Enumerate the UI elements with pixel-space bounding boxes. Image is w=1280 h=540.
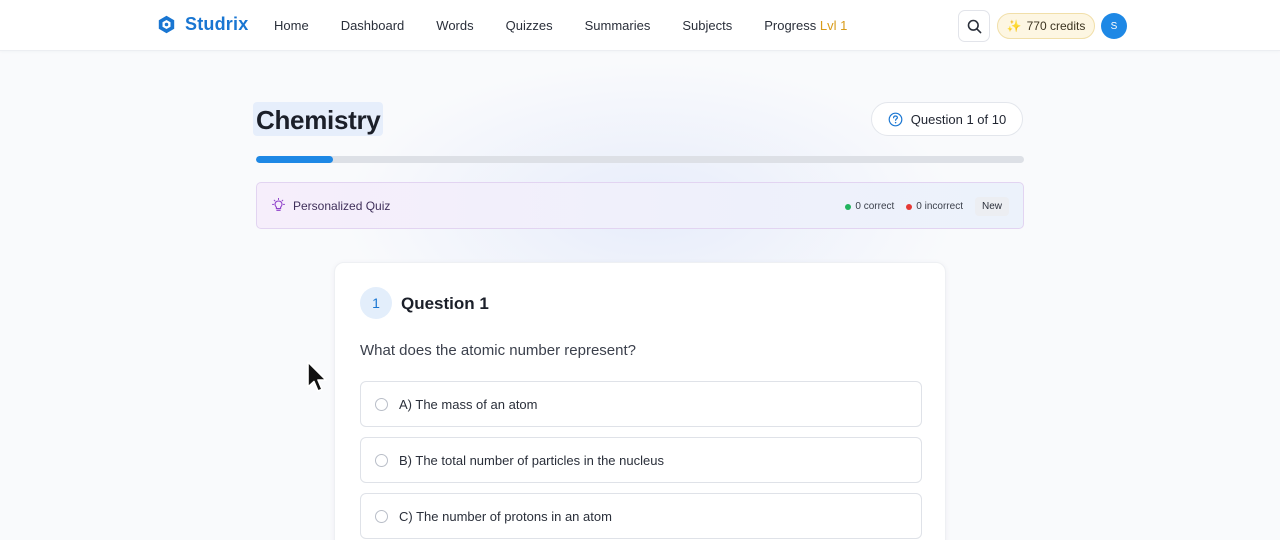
answer-option-label: A) The mass of an atom [399,396,538,412]
question-card: 1 Question 1 What does the atomic number… [334,262,946,540]
credits-badge[interactable]: ✨ 770 credits [997,13,1095,39]
nav-words[interactable]: Words [436,18,473,33]
radio-icon[interactable] [375,509,388,523]
question-text: What does the atomic number represent? [360,342,636,359]
nav-links: Home Dashboard Words Quizzes Summaries S… [274,18,847,33]
new-badge: New [974,197,1009,216]
help-circle-icon [888,112,903,126]
quiz-progress-fill [256,156,333,163]
answer-options: A) The mass of an atom B) The total numb… [360,381,922,540]
answer-option-c[interactable]: C) The number of protons in an atom [360,493,922,539]
top-navbar: Studrix Home Dashboard Words Quizzes Sum… [0,0,1280,51]
nav-progress-label: Progress [764,18,817,33]
question-counter-label: Question 1 of 10 [910,111,1007,127]
nav-quizzes[interactable]: Quizzes [506,18,553,33]
brand[interactable]: Studrix [158,14,248,35]
user-avatar[interactable]: S [1101,13,1127,39]
question-number-badge: 1 [360,287,392,319]
lightbulb-icon [272,198,285,211]
brand-name: Studrix [185,14,249,34]
answer-option-a[interactable]: A) The mass of an atom [360,381,922,427]
logo-hexagon-icon [158,15,175,34]
credits-label: 770 credits [1026,19,1086,33]
sparkle-icon: ✨ [1006,19,1022,33]
search-icon [967,19,981,33]
radio-icon[interactable] [375,397,388,411]
radio-icon[interactable] [375,453,388,467]
nav-summaries[interactable]: Summaries [585,18,651,33]
quiz-progress-bar [256,156,1024,163]
answer-option-label: B) The total number of particles in the … [399,452,664,468]
nav-home[interactable]: Home [274,18,309,33]
nav-subjects[interactable]: Subjects [682,18,732,33]
level-indicator: Lvl 1 [819,18,848,33]
page-title: Chemistry [253,102,384,136]
personalized-quiz-banner: Personalized Quiz 0 correct 0 incorrect … [256,182,1024,229]
correct-dot-icon [845,203,852,210]
search-button[interactable] [958,10,990,42]
mouse-cursor-icon [307,361,327,392]
correct-label: 0 correct [855,201,895,212]
question-title: Question 1 [401,294,489,313]
banner-title: Personalized Quiz [293,198,391,213]
nav-progress[interactable]: Progress Lvl 1 [764,18,847,33]
answer-option-label: C) The number of protons in an atom [399,508,612,524]
incorrect-dot-icon [906,203,913,210]
nav-dashboard[interactable]: Dashboard [341,18,405,33]
question-counter: Question 1 of 10 [871,102,1023,136]
answer-option-b[interactable]: B) The total number of particles in the … [360,437,922,483]
incorrect-count: 0 incorrect [906,201,963,212]
correct-count: 0 correct [845,201,894,212]
incorrect-label: 0 incorrect [916,201,963,212]
